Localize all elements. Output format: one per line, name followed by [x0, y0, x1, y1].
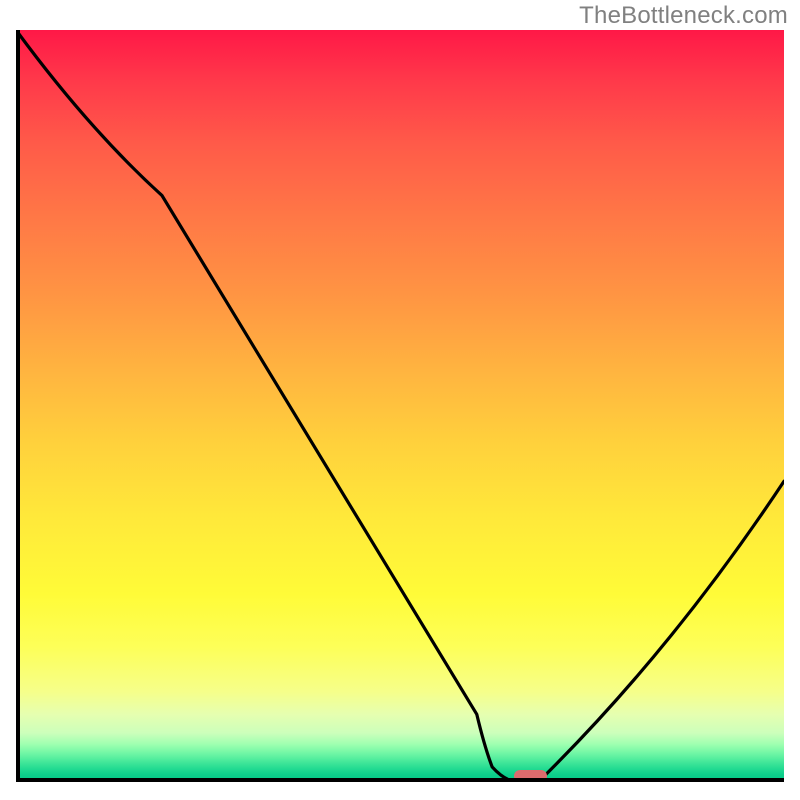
bottleneck-curve-path: [16, 30, 784, 782]
watermark-text: TheBottleneck.com: [579, 2, 788, 30]
bottleneck-curve-svg: [16, 30, 784, 782]
chart-plot-area: [16, 30, 784, 782]
optimal-point-marker: [514, 770, 546, 782]
